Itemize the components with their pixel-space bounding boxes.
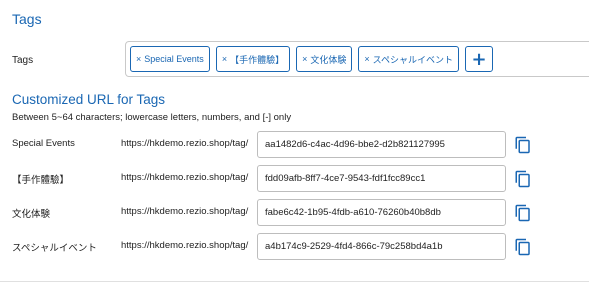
url-row: Special Events https://hkdemo.rezio.shop…	[0, 131, 589, 159]
plus-icon: +	[471, 48, 487, 70]
url-row: 【手作體驗】 https://hkdemo.rezio.shop/tag/	[0, 165, 589, 193]
slug-input[interactable]	[257, 165, 506, 192]
remove-tag-icon[interactable]: ×	[364, 54, 369, 64]
tag-chip-label: 【手作體驗】	[230, 54, 285, 65]
url-row: 文化体験 https://hkdemo.rezio.shop/tag/	[0, 199, 589, 227]
tag-chip-special-event-jp[interactable]: × スペシャルイベント	[358, 46, 460, 72]
tags-field-label: Tags	[12, 55, 34, 66]
tag-chip-cultural-experience[interactable]: × 文化体験	[296, 46, 353, 72]
tag-chip-special-events[interactable]: × Special Events	[130, 46, 210, 72]
tags-input-box[interactable]: × Special Events × 【手作體驗】 × 文化体験 × スペシャル…	[125, 41, 589, 77]
remove-tag-icon[interactable]: ×	[222, 54, 227, 64]
url-row-label: 文化体験	[12, 209, 51, 220]
url-prefix: https://hkdemo.rezio.shop/tag/	[121, 206, 249, 217]
tag-chip-label: Special Events	[144, 54, 204, 64]
slug-input[interactable]	[257, 199, 506, 226]
copy-icon[interactable]	[514, 169, 532, 189]
copy-icon[interactable]	[514, 135, 532, 155]
url-prefix: https://hkdemo.rezio.shop/tag/	[121, 240, 249, 251]
url-row-label: スペシャルイベント	[12, 243, 97, 254]
slug-input[interactable]	[257, 131, 506, 158]
slug-input[interactable]	[257, 233, 506, 260]
copy-icon[interactable]	[514, 237, 532, 257]
tag-chip-label: スペシャルイベント	[372, 54, 454, 65]
custom-url-section-title: Customized URL for Tags	[12, 92, 166, 107]
copy-icon[interactable]	[514, 203, 532, 223]
url-prefix: https://hkdemo.rezio.shop/tag/	[121, 172, 249, 183]
tag-settings-page: Tags Tags × Special Events × 【手作體驗】 × 文化…	[0, 0, 589, 291]
url-row-label: 【手作體驗】	[12, 175, 70, 186]
url-prefix: https://hkdemo.rezio.shop/tag/	[121, 138, 249, 149]
tags-section-title: Tags	[12, 11, 42, 27]
remove-tag-icon[interactable]: ×	[302, 54, 307, 64]
tag-chip-label: 文化体験	[310, 54, 347, 65]
section-divider	[0, 281, 589, 282]
slug-format-hint: Between 5~64 characters; lowercase lette…	[12, 112, 292, 123]
url-row: スペシャルイベント https://hkdemo.rezio.shop/tag/	[0, 233, 589, 261]
url-row-label: Special Events	[12, 138, 75, 149]
tag-chip-handmade-experience[interactable]: × 【手作體驗】	[215, 46, 291, 72]
remove-tag-icon[interactable]: ×	[136, 54, 141, 64]
add-tag-button[interactable]: +	[465, 46, 494, 72]
